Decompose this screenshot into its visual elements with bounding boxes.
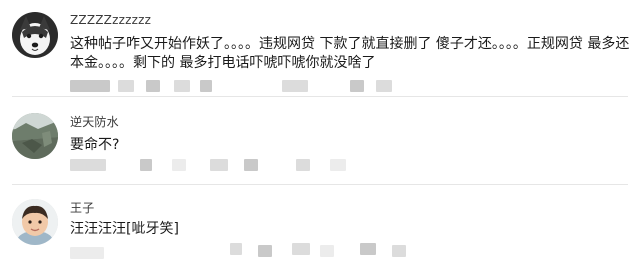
comment-text: 要命不? xyxy=(70,137,120,153)
username[interactable]: 逆天防水 xyxy=(70,113,119,130)
child-photo-avatar-icon xyxy=(12,199,58,245)
comment-item: 王子 汪汪汪汪[呲牙笑] xyxy=(0,185,640,277)
username[interactable]: 王子 xyxy=(70,199,94,216)
pixelated-metadata xyxy=(296,159,310,171)
landscape-photo-avatar-icon xyxy=(12,113,58,159)
pixelated-metadata xyxy=(210,159,228,171)
pixelated-metadata xyxy=(320,245,334,257)
comment-item: ZZZZZzzzzzz 这种帖子咋又开始作妖了。。。。违规网贷 下款了就直接删了… xyxy=(0,0,640,95)
pixelated-metadata xyxy=(146,80,160,92)
pixelated-metadata xyxy=(330,159,346,171)
pixelated-metadata xyxy=(350,80,364,92)
comment-item: 逆天防水 要命不? xyxy=(0,97,640,184)
pixelated-metadata xyxy=(172,159,186,171)
pixelated-metadata xyxy=(360,243,376,255)
pixelated-metadata xyxy=(376,80,392,92)
avatar[interactable] xyxy=(12,199,58,245)
pixelated-metadata xyxy=(244,159,258,171)
comment-text: 这种帖子咋又开始作妖了。。。。违规网贷 下款了就直接删了 傻子才还。。。。正规网… xyxy=(70,36,630,52)
husky-dog-avatar-icon xyxy=(12,12,58,58)
pixelated-metadata xyxy=(392,245,406,257)
comment-text: 汪汪汪汪[呲牙笑] xyxy=(70,221,179,237)
pixelated-metadata xyxy=(200,80,212,92)
pixelated-metadata xyxy=(282,80,308,92)
avatar[interactable] xyxy=(12,113,58,159)
pixelated-metadata xyxy=(118,80,134,92)
pixelated-metadata xyxy=(258,245,272,257)
comment-text: 本金。。。。剩下的 最多打电话吓唬吓唬你就没啥了 xyxy=(70,55,376,71)
pixelated-metadata xyxy=(140,159,152,171)
pixelated-metadata xyxy=(70,159,106,171)
pixelated-metadata xyxy=(70,80,110,92)
pixelated-metadata xyxy=(230,243,242,255)
username[interactable]: ZZZZZzzzzzz xyxy=(70,13,151,27)
avatar[interactable] xyxy=(12,12,58,58)
pixelated-metadata xyxy=(292,243,310,255)
pixelated-metadata xyxy=(174,80,190,92)
pixelated-metadata xyxy=(70,247,104,259)
